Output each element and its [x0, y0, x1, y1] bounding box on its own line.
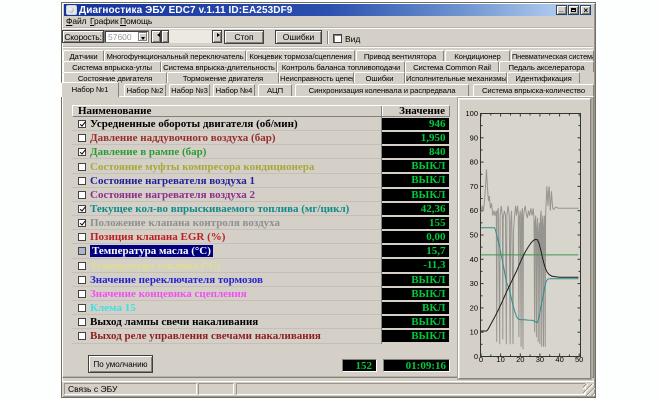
svg-text:40: 40	[555, 355, 563, 364]
svg-text:0: 0	[474, 352, 478, 361]
svg-text:70: 70	[470, 182, 478, 191]
svg-text:40: 40	[470, 255, 478, 264]
svg-text:50: 50	[470, 231, 478, 240]
svg-text:20: 20	[516, 355, 524, 364]
svg-text:10: 10	[496, 355, 504, 364]
svg-text:10: 10	[470, 328, 478, 337]
svg-text:100: 100	[465, 109, 478, 118]
svg-text:80: 80	[470, 158, 478, 167]
svg-text:20: 20	[470, 303, 478, 312]
svg-text:30: 30	[536, 355, 544, 364]
svg-text:0: 0	[479, 355, 483, 364]
svg-text:50: 50	[575, 355, 583, 364]
svg-text:60: 60	[470, 206, 478, 215]
svg-text:90: 90	[470, 133, 478, 142]
svg-text:30: 30	[470, 279, 478, 288]
